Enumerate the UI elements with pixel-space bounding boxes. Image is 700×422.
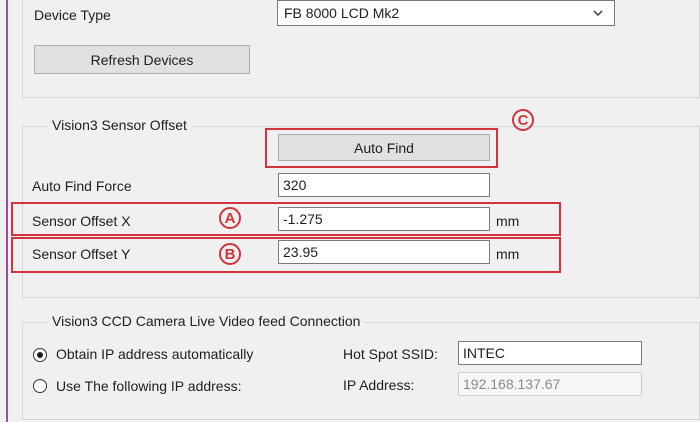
radio-obtain-auto[interactable] <box>33 348 47 362</box>
sensor-offset-title: Vision3 Sensor Offset <box>48 117 191 133</box>
callout-a: A <box>219 207 241 229</box>
device-type-value: FB 8000 LCD Mk2 <box>284 5 400 21</box>
radio-obtain-auto-label[interactable]: Obtain IP address automatically <box>56 346 253 362</box>
refresh-devices-button[interactable]: Refresh Devices <box>34 45 250 74</box>
radio-selected-dot <box>37 352 43 358</box>
hotspot-ssid-label: Hot Spot SSID: <box>343 346 438 362</box>
auto-find-force-input[interactable]: 320 <box>278 173 490 197</box>
device-type-select[interactable]: FB 8000 LCD Mk2 <box>277 0 615 26</box>
ip-address-input[interactable]: 192.168.137.67 <box>458 372 642 396</box>
radio-use-following-label[interactable]: Use The following IP address: <box>56 378 241 394</box>
highlight-offset-x <box>11 202 561 236</box>
callout-c: C <box>512 109 534 131</box>
ip-address-label: IP Address: <box>343 377 415 393</box>
radio-use-following[interactable] <box>33 379 47 393</box>
device-type-label: Device Type <box>34 7 111 23</box>
highlight-offset-y <box>11 237 561 273</box>
callout-b: B <box>219 243 241 265</box>
window-edge <box>6 0 8 422</box>
highlight-auto-find <box>265 128 498 168</box>
auto-find-force-label: Auto Find Force <box>32 178 132 194</box>
hotspot-ssid-input[interactable]: INTEC <box>458 341 642 365</box>
camera-group-title: Vision3 CCD Camera Live Video feed Conne… <box>48 313 365 329</box>
chevron-down-icon <box>593 10 603 16</box>
camera-group <box>22 322 700 420</box>
